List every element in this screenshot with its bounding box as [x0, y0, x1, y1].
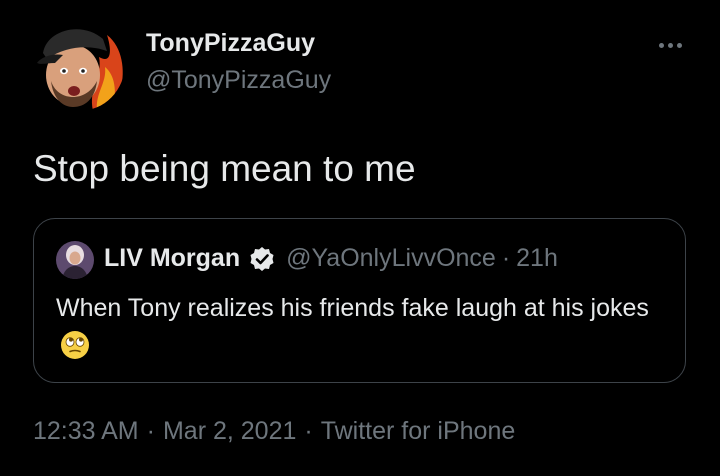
- quoted-tweet-header: LIV Morgan @YaOnlyLivvOnce · 21h: [104, 244, 558, 273]
- quoted-author-name[interactable]: LIV Morgan: [104, 244, 240, 273]
- quoted-tweet-time[interactable]: 21h: [516, 244, 558, 273]
- quoted-tweet-body: When Tony realizes his friends fake laug…: [56, 294, 649, 322]
- tweet-text: Stop being mean to me: [33, 148, 416, 189]
- quoted-tweet-card[interactable]: LIV Morgan @YaOnlyLivvOnce · 21h When To…: [33, 218, 686, 383]
- quoted-tweet-separator: ·: [501, 244, 511, 272]
- author-handle[interactable]: @TonyPizzaGuy: [146, 66, 331, 95]
- face-with-rolling-eyes-icon: [60, 330, 90, 360]
- more-options-button[interactable]: [650, 34, 690, 56]
- author-display-name[interactable]: TonyPizzaGuy: [146, 29, 315, 58]
- verified-badge-icon: [248, 245, 276, 273]
- quoted-tweet-text: When Tony realizes his friends fake laug…: [56, 289, 666, 365]
- quoted-author-avatar[interactable]: [56, 241, 94, 279]
- more-horizontal-icon: [658, 42, 664, 48]
- tweet-time[interactable]: 12:33 AM: [33, 417, 139, 445]
- more-horizontal-icon-dot: [676, 42, 682, 48]
- author-avatar[interactable]: [33, 17, 125, 111]
- tweet-date[interactable]: Mar 2, 2021: [163, 417, 296, 445]
- tweet-source[interactable]: Twitter for iPhone: [321, 417, 516, 445]
- tweet-metadata: 12:33 AM · Mar 2, 2021 · Twitter for iPhone: [33, 417, 515, 446]
- meta-separator: ·: [146, 417, 155, 445]
- meta-separator: ·: [304, 417, 313, 445]
- more-horizontal-icon-dot: [667, 42, 673, 48]
- quoted-author-handle[interactable]: @YaOnlyLivvOnce: [286, 244, 496, 273]
